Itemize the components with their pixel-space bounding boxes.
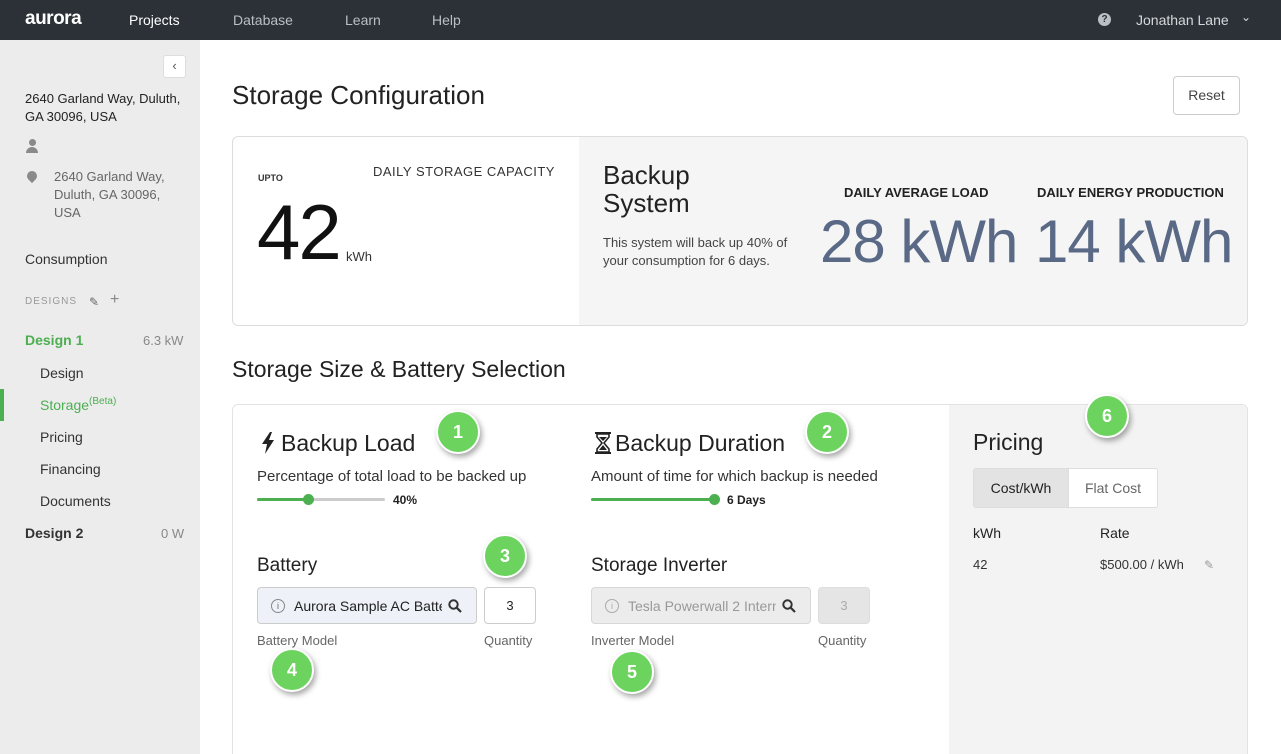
price-row-kwh: 42 (973, 557, 988, 572)
column-rate: Rate (1100, 525, 1130, 541)
backup-duration-title: Backup Duration (615, 430, 786, 456)
beta-badge: (Beta) (89, 396, 117, 407)
battery-quantity-input[interactable]: 3 (484, 587, 536, 624)
lightning-icon (262, 432, 274, 454)
info-icon: i (605, 599, 619, 613)
storage-inverter-title: Storage Inverter (591, 555, 728, 576)
battery-model-input[interactable]: i Aurora Sample AC Battery (257, 587, 477, 624)
designs-label: DESIGNS (25, 296, 78, 307)
pricing-panel: Pricing Cost/kWh Flat Cost kWh Rate 42 $… (949, 405, 1247, 754)
tab-flat-cost[interactable]: Flat Cost (1068, 468, 1158, 508)
price-row-rate: $500.00 / kWh (1100, 557, 1184, 572)
backup-duration-subtitle: Amount of time for which backup is neede… (591, 468, 878, 485)
inverter-quantity-caption: Quantity (818, 633, 867, 648)
sidebar: ‹ 2640 Garland Way, Duluth, GA 30096, US… (0, 40, 200, 754)
avg-load-label: DAILY AVERAGE LOAD (844, 185, 989, 200)
help-icon[interactable]: ? (1098, 13, 1111, 26)
reset-button[interactable]: Reset (1173, 76, 1240, 115)
project-address: 2640 Garland Way, Duluth, GA 30096, USA (25, 91, 181, 124)
column-kwh: kWh (973, 525, 1001, 541)
battery-model-caption: Battery Model (257, 633, 338, 648)
inverter-model-placeholder: Tesla Powerwall 2 Internal (628, 598, 776, 614)
backup-system-title: Backup System (603, 160, 690, 218)
backup-summary-panel: Backup System This system will back up 4… (579, 137, 1247, 325)
storage-label: Storage (40, 397, 90, 413)
callout-badge-3: 3 (483, 534, 527, 578)
backup-duration-value: 6 Days (727, 493, 766, 507)
design-2-size: 0 W (161, 526, 185, 541)
user-menu[interactable]: Jonathan Lane (1136, 12, 1229, 28)
pricing-title: Pricing (973, 429, 1044, 455)
sidebar-item-documents[interactable]: Documents (40, 493, 111, 509)
inverter-quantity-input[interactable]: 3 (818, 587, 870, 624)
backup-duration-slider[interactable] (591, 494, 720, 505)
capacity-unit: kWh (346, 249, 372, 264)
backup-load-slider-fill (257, 498, 309, 501)
sidebar-item-design[interactable]: Design (40, 365, 84, 381)
design-1-size: 6.3 kW (143, 333, 184, 348)
sidebar-item-storage[interactable]: Storage(Beta) (40, 396, 117, 413)
backup-system-description: This system will back up 40% of your con… (603, 235, 788, 268)
hourglass-icon (595, 432, 611, 454)
sidebar-item-consumption[interactable]: Consumption (25, 251, 108, 267)
backup-load-value: 40% (393, 493, 418, 507)
production-value: 14 kWh (1035, 208, 1233, 275)
callout-badge-6: 6 (1085, 394, 1129, 438)
summary-card: UPTO DAILY STORAGE CAPACITY 42 kWh Backu… (232, 136, 1248, 326)
upto-label: UPTO (258, 173, 283, 183)
battery-model-value: Aurora Sample AC Battery (294, 598, 442, 614)
sidebar-design-2[interactable]: Design 2 (25, 525, 83, 541)
callout-badge-1: 1 (436, 410, 480, 454)
configuration-card: Backup Load Percentage of total load to … (232, 404, 1248, 754)
location-pin-icon (24, 168, 40, 184)
chevron-down-icon[interactable]: ⌄ (1241, 10, 1251, 24)
capacity-label: DAILY STORAGE CAPACITY (373, 164, 555, 179)
pencil-icon[interactable]: ✎ (89, 295, 99, 309)
capacity-value: 42 (257, 188, 342, 276)
backup-load-slider-handle[interactable] (303, 494, 315, 505)
section-title: Storage Size & Battery Selection (232, 356, 566, 382)
edit-rate-icon[interactable]: ✎ (1204, 558, 1214, 572)
sidebar-item-pricing[interactable]: Pricing (40, 429, 83, 445)
plus-icon[interactable]: + (110, 291, 119, 309)
battery-quantity-caption: Quantity (484, 633, 533, 648)
backup-load-slider[interactable] (257, 494, 385, 505)
inverter-model-input[interactable]: i Tesla Powerwall 2 Internal (591, 587, 811, 624)
inverter-model-caption: Inverter Model (591, 633, 675, 648)
backup-load-title: Backup Load (281, 430, 416, 456)
avg-load-value: 28 kWh (820, 208, 1018, 275)
search-icon[interactable] (448, 599, 462, 613)
page-title: Storage Configuration (232, 80, 485, 110)
top-nav: aurora Projects Database Learn Help ? Jo… (0, 0, 1281, 40)
nav-projects[interactable]: Projects (129, 12, 180, 28)
backup-duration-slider-fill (591, 498, 714, 501)
backup-duration-slider-handle[interactable] (709, 494, 720, 505)
active-indicator (0, 389, 4, 421)
collapse-sidebar-button[interactable]: ‹ (163, 55, 186, 78)
callout-badge-5: 5 (610, 650, 654, 694)
backup-load-subtitle: Percentage of total load to be backed up (257, 468, 527, 485)
aurora-logo[interactable]: aurora (25, 8, 82, 30)
person-icon (25, 138, 39, 154)
tab-cost-per-kwh[interactable]: Cost/kWh (973, 468, 1069, 508)
nav-database[interactable]: Database (233, 12, 293, 28)
search-icon[interactable] (782, 599, 796, 613)
callout-badge-4: 4 (270, 648, 314, 692)
sidebar-design-1[interactable]: Design 1 (25, 332, 83, 348)
battery-title: Battery (257, 555, 318, 576)
nav-help[interactable]: Help (432, 12, 461, 28)
sidebar-item-financing[interactable]: Financing (40, 461, 101, 477)
production-label: DAILY ENERGY PRODUCTION (1037, 185, 1224, 200)
customer-address: 2640 Garland Way, Duluth, GA 30096, USA (54, 169, 165, 220)
nav-learn[interactable]: Learn (345, 12, 381, 28)
callout-badge-2: 2 (805, 410, 849, 454)
info-icon: i (271, 599, 285, 613)
